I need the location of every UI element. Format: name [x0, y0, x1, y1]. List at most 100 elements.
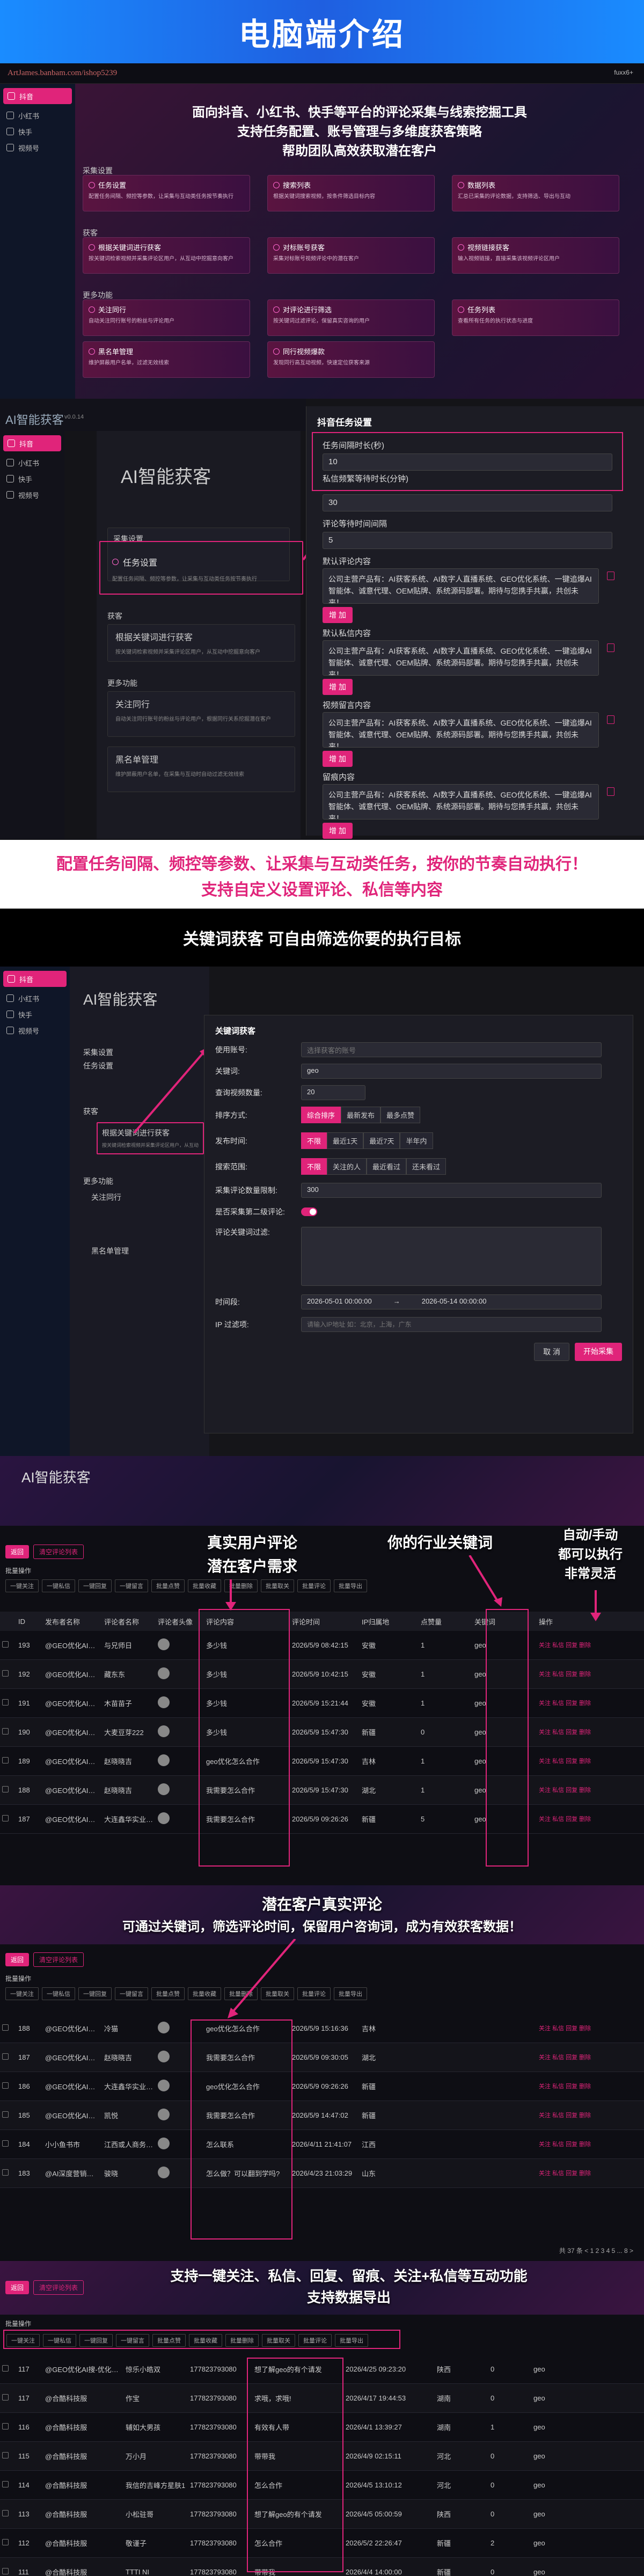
- batch-action-button[interactable]: 批量收藏: [189, 2334, 222, 2347]
- follow-title[interactable]: 关注同行: [91, 1192, 121, 1203]
- row-actions[interactable]: 关注 私信 回复 删除: [537, 2082, 644, 2091]
- feature-card[interactable]: 黑名单管理 维护屏蔽用户名单，过滤无效线索: [83, 341, 250, 378]
- batch-action-button[interactable]: 批量点赞: [152, 2334, 186, 2347]
- row-actions[interactable]: 关注 私信 回复 删除: [537, 1699, 644, 1708]
- row-checkbox[interactable]: [0, 1786, 16, 1794]
- sidebar-item[interactable]: 抖音: [3, 88, 72, 104]
- sidebar-item[interactable]: 抖音: [3, 435, 61, 451]
- row-checkbox[interactable]: [0, 1757, 16, 1765]
- batch-action-button[interactable]: 一键回复: [78, 1987, 112, 2000]
- segment-option[interactable]: 最近1天: [327, 1132, 364, 1149]
- add-button[interactable]: 增 加: [323, 679, 353, 695]
- sidebar-item[interactable]: 快手: [0, 471, 64, 487]
- content-textarea[interactable]: 公司主营产品有：AI获客系统、AI数字人直播系统、GEO优化系统、一键追爆AI智…: [323, 640, 599, 676]
- content-textarea[interactable]: 公司主营产品有：AI获客系统、AI数字人直播系统、GEO优化系统、一键追爆AI智…: [323, 712, 599, 748]
- segment-option[interactable]: 不限: [301, 1132, 327, 1149]
- batch-action-button[interactable]: 批量点赞: [151, 1579, 185, 1592]
- delete-icon[interactable]: [607, 572, 614, 580]
- pagination[interactable]: 共 37 条 < 1 2 3 4 5 ... 8 >: [559, 2246, 633, 2255]
- sidebar-item[interactable]: 快手: [0, 123, 75, 140]
- row-actions[interactable]: 关注 私信 回复 删除: [537, 1786, 644, 1795]
- batch-action-button[interactable]: 批量删除: [225, 2334, 259, 2347]
- clear-button[interactable]: 清空评论列表: [33, 1545, 84, 1559]
- segment-option[interactable]: 综合排序: [301, 1107, 341, 1123]
- row-checkbox[interactable]: [0, 2423, 16, 2431]
- user-name[interactable]: fuxx6+: [614, 69, 633, 76]
- row-checkbox[interactable]: [0, 2053, 16, 2061]
- back-button[interactable]: 返回: [5, 1953, 30, 1966]
- feature-card[interactable]: 对评论进行筛选 按关键词过滤评论，保留真实咨询的用户: [267, 299, 435, 336]
- segment-option[interactable]: 最多点赞: [380, 1107, 421, 1123]
- batch-action-button[interactable]: 一键私信: [43, 2334, 76, 2347]
- row-actions[interactable]: 关注 私信 回复 删除: [537, 1670, 644, 1679]
- feature-card[interactable]: 同行视频爆款 发现同行高互动视频，快速定位获客来源: [267, 341, 435, 378]
- sidebar-item[interactable]: 视频号: [0, 140, 75, 156]
- cancel-button[interactable]: 取 消: [534, 1343, 569, 1361]
- count-input[interactable]: 20: [301, 1085, 365, 1100]
- sidebar-item[interactable]: 小红书: [0, 455, 64, 471]
- row-actions[interactable]: 关注 私信 回复 删除: [537, 2169, 644, 2178]
- clear-button[interactable]: 清空评论列表: [33, 1952, 84, 1967]
- batch-action-button[interactable]: 批量取关: [262, 2334, 295, 2347]
- batch-action-button[interactable]: 一键关注: [5, 1579, 39, 1592]
- row-checkbox[interactable]: [0, 2140, 16, 2148]
- row-checkbox[interactable]: [0, 1699, 16, 1707]
- sidebar-item[interactable]: 快手: [0, 1006, 70, 1022]
- segment-option[interactable]: 最近7天: [363, 1132, 400, 1149]
- segment-option[interactable]: 关注的人: [327, 1158, 367, 1175]
- back-button[interactable]: 返回: [5, 2281, 30, 2294]
- batch-action-button[interactable]: 一键回复: [78, 1579, 112, 1592]
- row-checkbox[interactable]: [0, 2024, 16, 2032]
- blacklist-title[interactable]: 黑名单管理: [91, 1246, 129, 1256]
- row-checkbox[interactable]: [0, 2082, 16, 2090]
- feature-card[interactable]: 根据关键词进行获客 按关键词检索视频并采集评论区用户，从互动中挖掘意向客户: [83, 237, 250, 274]
- batch-action-button[interactable]: 一键留言: [115, 1987, 148, 2000]
- row-checkbox[interactable]: [0, 2481, 16, 2489]
- batch-action-button[interactable]: 一键关注: [5, 1987, 39, 2000]
- sidebar-item[interactable]: 小红书: [0, 990, 70, 1006]
- row-checkbox[interactable]: [0, 2510, 16, 2518]
- batch-action-button[interactable]: 一键私信: [42, 1579, 75, 1592]
- row-checkbox[interactable]: [0, 2539, 16, 2547]
- delete-icon[interactable]: [607, 787, 614, 796]
- timerange-input[interactable]: 2026-05-01 00:00:00 → 2026-05-14 00:00:00: [301, 1294, 602, 1309]
- private-wait-input[interactable]: 30: [323, 494, 612, 511]
- segment-option[interactable]: 最近看过: [367, 1158, 407, 1175]
- batch-action-button[interactable]: 一键回复: [79, 2334, 113, 2347]
- row-actions[interactable]: 关注 私信 回复 删除: [537, 2140, 644, 2149]
- row-actions[interactable]: 关注 私信 回复 删除: [537, 1728, 644, 1737]
- row-actions[interactable]: 关注 私信 回复 删除: [537, 1641, 644, 1650]
- feature-card[interactable]: 关注同行 自动关注同行账号的粉丝与评论用户: [83, 299, 250, 336]
- feature-card[interactable]: 任务列表 查看所有任务的执行状态与进度: [452, 299, 619, 336]
- ip-input[interactable]: 请输入IP地址 如：北京，上海，广东: [301, 1317, 602, 1332]
- batch-action-button[interactable]: 批量评论: [297, 1987, 331, 2000]
- batch-action-button[interactable]: 批量点赞: [151, 1987, 185, 2000]
- row-checkbox[interactable]: [0, 1641, 16, 1649]
- row-checkbox[interactable]: [0, 2365, 16, 2373]
- clear-button[interactable]: 清空评论列表: [33, 2280, 84, 2295]
- content-textarea[interactable]: 公司主营产品有：AI获客系统、AI数字人直播系统、GEO优化系统、一键追爆AI智…: [323, 568, 599, 604]
- row-checkbox[interactable]: [0, 2452, 16, 2460]
- row-checkbox[interactable]: [0, 2394, 16, 2402]
- sidebar-item[interactable]: 视频号: [0, 1022, 70, 1038]
- add-button[interactable]: 增 加: [323, 823, 353, 839]
- row-actions[interactable]: 关注 私信 回复 删除: [537, 2053, 644, 2062]
- url-text[interactable]: ArtJames.banbam.com/ishop5239: [8, 69, 117, 78]
- batch-action-button[interactable]: 批量评论: [297, 1579, 331, 1592]
- interval-input[interactable]: 10: [323, 453, 612, 471]
- sidebar-item[interactable]: 抖音: [3, 971, 67, 987]
- start-button[interactable]: 开始采集: [575, 1343, 622, 1361]
- add-button[interactable]: 增 加: [323, 751, 353, 767]
- cmt-count-input[interactable]: 300: [301, 1183, 602, 1198]
- row-actions[interactable]: 关注 私信 回复 删除: [537, 1815, 644, 1824]
- filter-textarea[interactable]: [301, 1227, 602, 1286]
- delete-icon[interactable]: [607, 643, 614, 652]
- blacklist-card[interactable]: 黑名单管理 维护屏蔽用户名单，在采集与互动时自动过滤无效线索: [107, 747, 295, 792]
- delete-icon[interactable]: [607, 715, 614, 724]
- feature-card[interactable]: 搜索列表 根据关键词搜索视频，按条件筛选目标内容: [267, 175, 435, 211]
- row-checkbox[interactable]: [0, 2111, 16, 2119]
- row-checkbox[interactable]: [0, 1670, 16, 1678]
- keyword-input[interactable]: geo: [301, 1064, 602, 1079]
- add-button[interactable]: 增 加: [323, 607, 353, 623]
- segment-option[interactable]: 半年内: [400, 1132, 433, 1149]
